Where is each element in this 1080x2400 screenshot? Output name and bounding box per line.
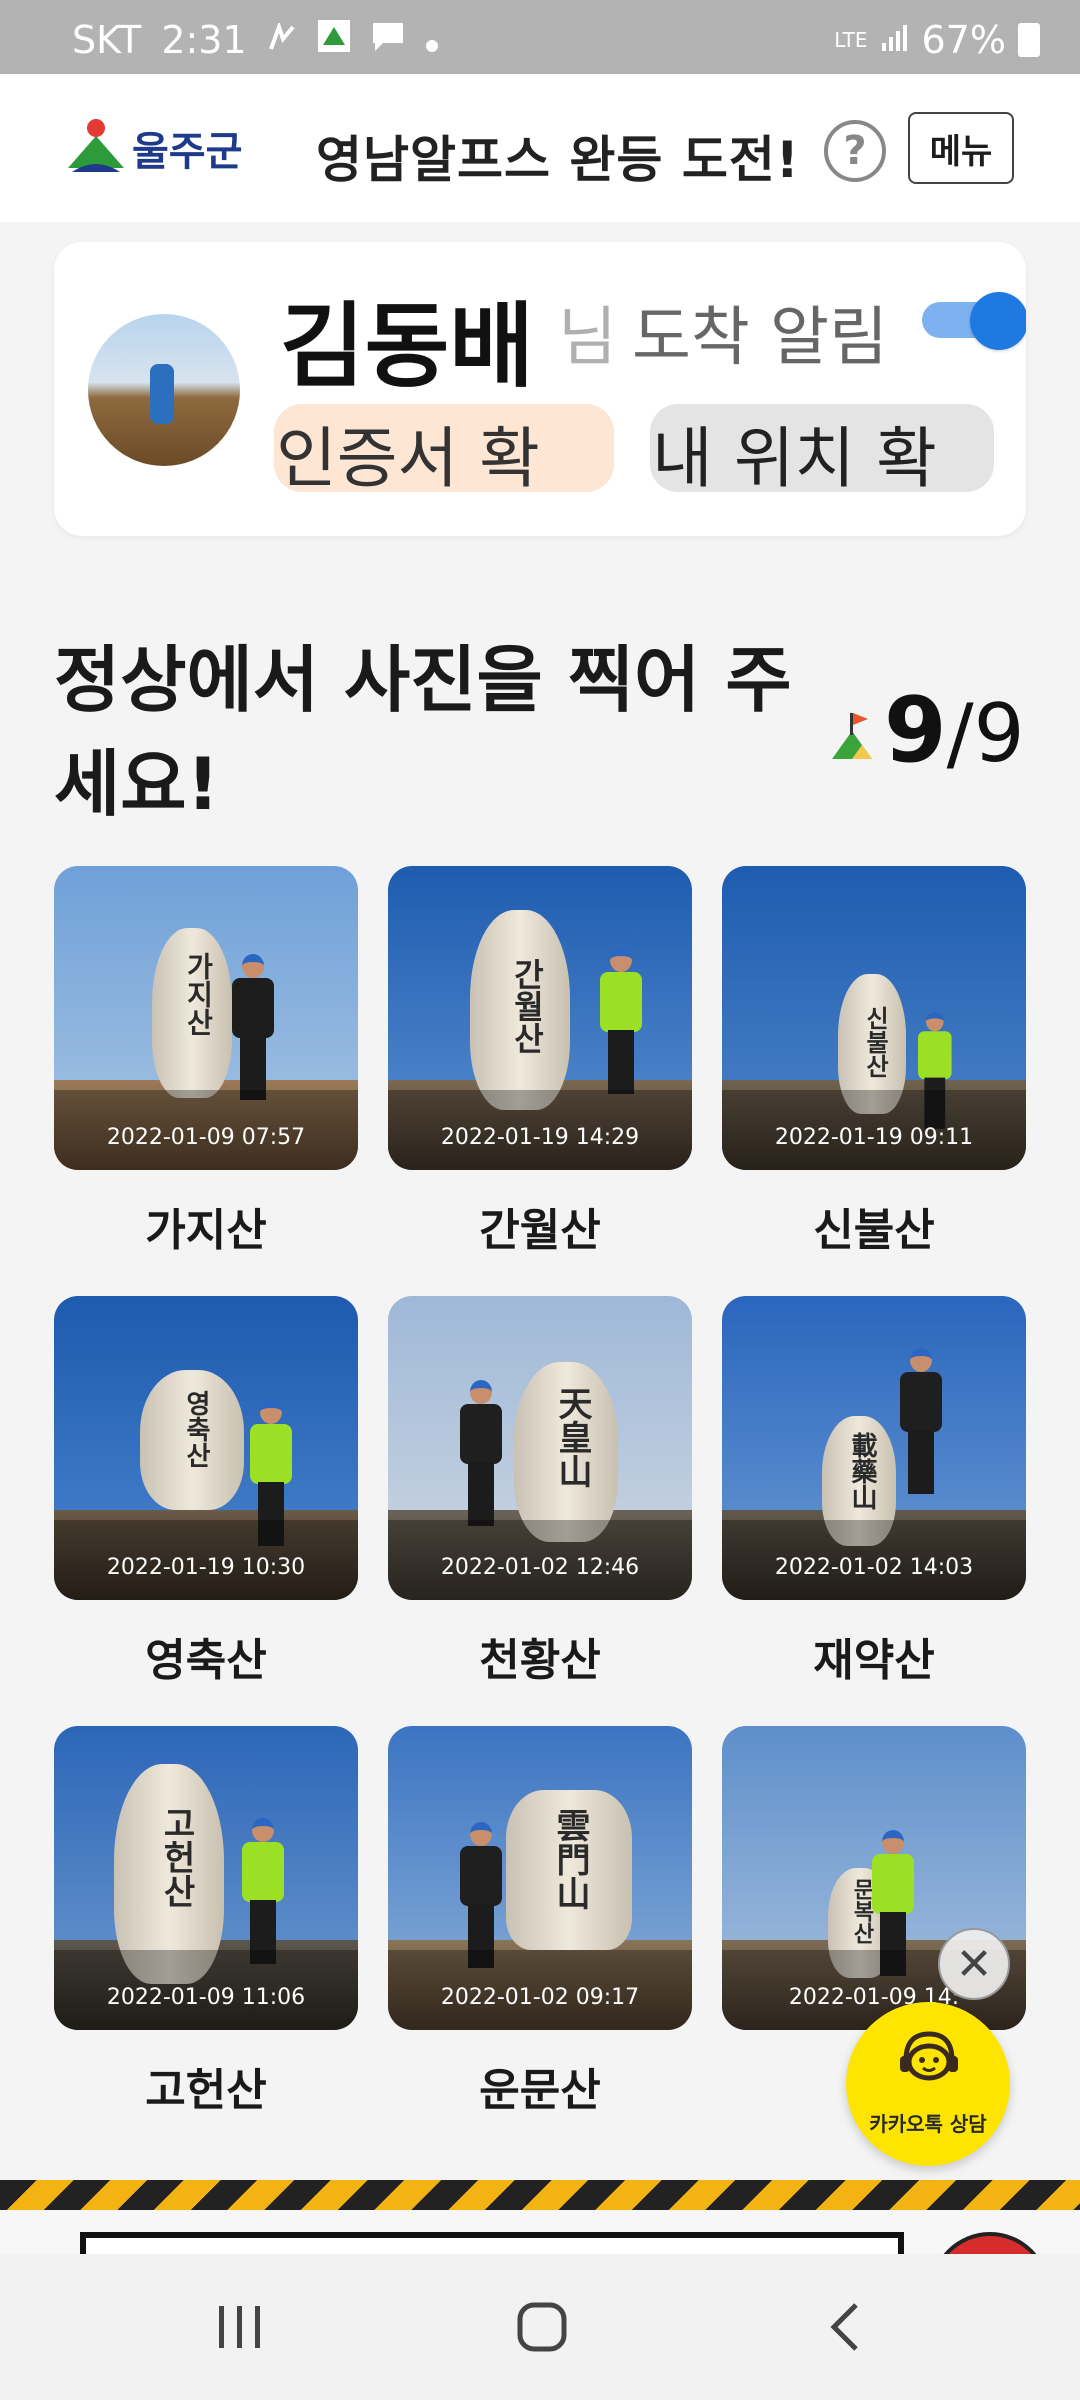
summit-progress: 9 / 9 bbox=[830, 678, 1024, 783]
signal-icon bbox=[880, 18, 910, 62]
avatar[interactable] bbox=[88, 314, 240, 466]
logo[interactable]: 울주군 bbox=[66, 118, 242, 178]
recent-apps-icon bbox=[215, 2304, 265, 2354]
photo-timestamp: 2022-01-09 07:57 bbox=[106, 1125, 306, 1150]
summit-stone-engraving: 雲門山 bbox=[550, 1808, 590, 1910]
summit-stone-engraving: 가지산 bbox=[182, 952, 215, 1036]
completed-count: 9 bbox=[884, 678, 947, 783]
toggle-knob bbox=[970, 292, 1026, 350]
hazard-stripe-divider bbox=[0, 2180, 1080, 2210]
peak-name: 천황산 bbox=[479, 1635, 601, 1686]
app-notification-icon bbox=[317, 18, 351, 62]
summit-stone-engraving: 고헌산 bbox=[156, 1806, 196, 1908]
battery-percent: 67% bbox=[921, 18, 1006, 62]
clock: 2:31 bbox=[161, 18, 247, 62]
peak-name: 간월산 bbox=[479, 1205, 601, 1256]
peak-card[interactable]: 天皇山 2022-01-02 12:46 천황산 bbox=[388, 1296, 692, 1688]
recent-apps-button[interactable] bbox=[200, 2294, 280, 2364]
home-button[interactable] bbox=[502, 2294, 582, 2364]
peak-card[interactable]: 간월산 2022-01-19 14:29 간월산 bbox=[388, 866, 692, 1258]
arrival-alert-toggle[interactable] bbox=[922, 292, 1026, 350]
battery-icon bbox=[1018, 23, 1040, 57]
peak-photo[interactable]: 영축산 2022-01-19 10:30 bbox=[54, 1296, 358, 1600]
peak-photo[interactable]: 신불산 2022-01-19 09:11 bbox=[722, 866, 1026, 1170]
network-type: LTE bbox=[834, 28, 868, 52]
peak-card[interactable]: 고헌산 2022-01-09 11:06 고헌산 bbox=[54, 1726, 358, 2118]
logo-text: 울주군 bbox=[132, 129, 243, 175]
carrier-label: SKT bbox=[72, 18, 142, 62]
progress-separator: / bbox=[946, 687, 974, 780]
summit-stone-engraving: 영축산 bbox=[181, 1390, 211, 1468]
total-count: 9 bbox=[973, 687, 1025, 780]
page-title: 영남알프스 완등 도전! bbox=[316, 131, 800, 189]
photo-timestamp: 2022-01-19 09:11 bbox=[774, 1125, 974, 1150]
app-header: 울주군 영남알프스 완등 도전! ? 메뉴 bbox=[0, 74, 1080, 222]
peak-name: 신불산 bbox=[813, 1205, 935, 1256]
bottom-banner bbox=[0, 2210, 1080, 2292]
photo-timestamp: 2022-01-02 14:03 bbox=[774, 1555, 974, 1580]
avatar-person bbox=[150, 364, 174, 424]
kakao-talk-consult-label: 카카오톡 상담 bbox=[869, 2112, 987, 2136]
hiker-figure bbox=[242, 1818, 284, 1968]
photo-timestamp: 2022-01-02 09:17 bbox=[440, 1985, 640, 2010]
message-icon bbox=[371, 18, 405, 62]
peak-card[interactable]: 雲門山 2022-01-02 09:17 운문산 bbox=[388, 1726, 692, 2118]
my-location-button[interactable]: 내 위치 확 bbox=[650, 404, 994, 492]
summit-stone-engraving: 天皇山 bbox=[552, 1386, 592, 1488]
photo-timestamp: 2022-01-19 10:30 bbox=[106, 1555, 306, 1580]
peak-photo[interactable]: 天皇山 2022-01-02 12:46 bbox=[388, 1296, 692, 1600]
menu-button[interactable]: 메뉴 bbox=[908, 112, 1014, 184]
certificate-button[interactable]: 인증서 확 bbox=[274, 404, 614, 492]
peak-name: 영축산 bbox=[145, 1635, 267, 1686]
back-button[interactable] bbox=[804, 2294, 884, 2364]
back-chevron-icon bbox=[826, 2301, 862, 2357]
user-name-suffix: 님 bbox=[558, 301, 617, 375]
more-dot-icon bbox=[425, 18, 439, 62]
help-button[interactable]: ? bbox=[824, 120, 886, 182]
peak-photo[interactable]: 가지산 2022-01-09 07:57 bbox=[54, 866, 358, 1170]
peak-photo[interactable]: 載藥山 2022-01-02 14:03 bbox=[722, 1296, 1026, 1600]
hiker-figure bbox=[600, 948, 642, 1098]
summit-stone-engraving: 간월산 bbox=[508, 958, 546, 1054]
summit-stone-engraving: 신불산 bbox=[861, 1006, 890, 1078]
peak-name: 고헌산 bbox=[145, 2065, 267, 2116]
profile-card: 김동배 님 도착 알림 인증서 확 내 위치 확 bbox=[54, 242, 1026, 536]
photo-timestamp: 2022-01-09 11:06 bbox=[106, 1985, 306, 2010]
nfc-icon bbox=[267, 18, 297, 62]
status-bar: SKT 2:31 LTE 67% bbox=[0, 0, 1080, 74]
headset-chat-icon bbox=[896, 2028, 962, 2084]
peak-card[interactable]: 신불산 2022-01-19 09:11 신불산 bbox=[722, 866, 1026, 1258]
hiker-figure bbox=[232, 954, 274, 1104]
peak-card[interactable]: 載藥山 2022-01-02 14:03 재약산 bbox=[722, 1296, 1026, 1688]
kakao-talk-consult-button[interactable]: 카카오톡 상담 bbox=[846, 2002, 1010, 2166]
peak-photo[interactable]: 고헌산 2022-01-09 11:06 bbox=[54, 1726, 358, 2030]
close-chat-button[interactable]: ✕ bbox=[938, 1928, 1010, 2000]
photo-timestamp: 2022-01-19 14:29 bbox=[440, 1125, 640, 1150]
logo-mountain-icon bbox=[66, 118, 126, 178]
arrival-alert-label: 도착 알림 bbox=[632, 301, 888, 375]
home-icon bbox=[516, 2301, 568, 2357]
peak-card[interactable]: 가지산 2022-01-09 07:57 가지산 bbox=[54, 866, 358, 1258]
peak-name: 운문산 bbox=[479, 2065, 601, 2116]
peak-name: 재약산 bbox=[813, 1635, 935, 1686]
peak-photo[interactable]: 雲門山 2022-01-02 09:17 bbox=[388, 1726, 692, 2030]
hiker-figure bbox=[460, 1380, 502, 1530]
system-navigation-bar bbox=[0, 2254, 1080, 2400]
user-name: 김동배 bbox=[280, 293, 534, 400]
photo-timestamp: 2022-01-02 12:46 bbox=[440, 1555, 640, 1580]
peak-card[interactable]: 영축산 2022-01-19 10:30 영축산 bbox=[54, 1296, 358, 1688]
peak-name: 가지산 bbox=[145, 1205, 267, 1256]
hiker-figure bbox=[900, 1348, 942, 1498]
peak-photo[interactable]: 간월산 2022-01-19 14:29 bbox=[388, 866, 692, 1170]
summit-stone-engraving: 載藥山 bbox=[847, 1432, 877, 1510]
section-title: 정상에서 사진을 찍어 주세요! bbox=[54, 638, 792, 826]
flag-icon bbox=[830, 709, 874, 765]
